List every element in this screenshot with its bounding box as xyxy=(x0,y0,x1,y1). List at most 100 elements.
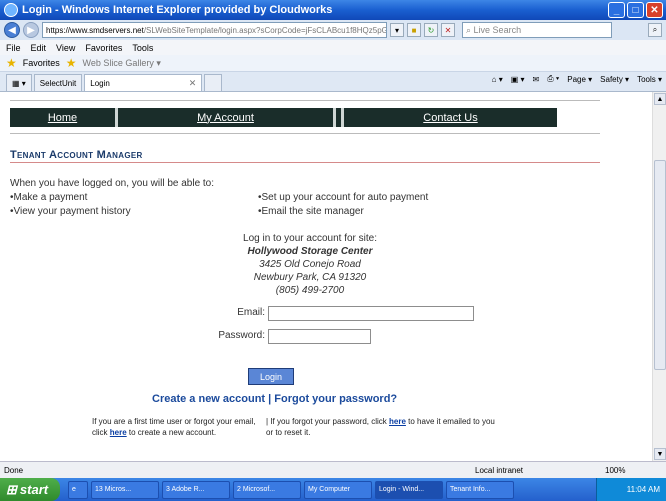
clock: 11:04 AM xyxy=(626,485,660,494)
title-underline xyxy=(10,162,600,163)
nav-home[interactable]: Home xyxy=(10,108,118,127)
page-menu[interactable]: Page ▾ xyxy=(567,75,592,84)
minimize-button[interactable]: _ xyxy=(608,2,625,18)
refresh-icon[interactable]: ↻ xyxy=(424,23,438,37)
safety-menu[interactable]: Safety ▾ xyxy=(600,75,629,84)
site-address-line2: Newbury Park, CA 91320 xyxy=(253,272,367,283)
task-button[interactable]: Login - Wind... xyxy=(375,480,443,499)
menu-file[interactable]: File xyxy=(6,43,21,53)
password-field[interactable] xyxy=(268,329,371,344)
task-button[interactable]: 2 Microsof... xyxy=(233,480,301,499)
add-favorite-icon[interactable]: ★ xyxy=(66,56,77,70)
command-bar: ⌂ ▾ ▣ ▾ ✉ ⎙ ▾ Page ▾ Safety ▾ Tools ▾ xyxy=(492,74,662,84)
divider xyxy=(10,100,600,101)
status-bar: Done Local intranet 100% xyxy=(0,461,666,478)
note-text: to have it emailed to you xyxy=(405,417,495,426)
window-title-bar: Login - Windows Internet Explorer provid… xyxy=(0,0,666,20)
feeds-icon[interactable]: ▣ ▾ xyxy=(511,75,525,84)
task-button[interactable]: Tenant Info... xyxy=(446,480,514,499)
favorites-button[interactable]: Favorites xyxy=(23,58,60,68)
page-title: Tenant Account Manager xyxy=(10,149,143,161)
menu-tools[interactable]: Tools xyxy=(132,43,153,53)
zoom-level[interactable]: 100% xyxy=(605,466,625,475)
tab-login[interactable]: Login ✕ xyxy=(84,74,203,91)
link-separator: | xyxy=(265,393,275,405)
menu-bar: File Edit View Favorites Tools xyxy=(0,40,666,55)
site-address-line1: 3425 Old Conejo Road xyxy=(259,259,361,270)
menu-edit[interactable]: Edit xyxy=(31,43,47,53)
scroll-thumb[interactable] xyxy=(654,160,666,370)
page-content: Home My Account Contact Us Tenant Accoun… xyxy=(0,92,652,461)
new-tab-button[interactable] xyxy=(204,74,223,91)
url-dropdown-icon[interactable]: ▾ xyxy=(390,23,404,37)
task-button[interactable]: My Computer xyxy=(304,480,372,499)
login-button[interactable]: Login xyxy=(248,368,294,385)
close-window-button[interactable]: ✕ xyxy=(646,2,663,18)
stop-icon[interactable]: ✕ xyxy=(441,23,455,37)
start-button[interactable]: ⊞ start xyxy=(0,478,60,501)
note-line: If you are a first time user or forgot y… xyxy=(92,417,256,426)
favorites-star-icon[interactable]: ★ xyxy=(6,56,17,70)
taskbar: ⊞ start e 13 Micros... 3 Adobe R... 2 Mi… xyxy=(0,478,666,501)
scroll-down-icon[interactable]: ▼ xyxy=(654,448,666,460)
email-field[interactable] xyxy=(268,306,474,321)
task-button[interactable]: 13 Micros... xyxy=(91,480,159,499)
quick-launch-ie-icon[interactable]: e xyxy=(68,480,88,499)
note-text: | If you forgot your password, click xyxy=(266,417,390,426)
maximize-button[interactable]: □ xyxy=(627,2,644,18)
search-icon: ⌕ xyxy=(466,24,474,35)
lock-icon[interactable]: ■ xyxy=(407,23,421,37)
menu-favorites[interactable]: Favorites xyxy=(85,43,122,53)
url-host: https://www.smdservers.net xyxy=(46,25,144,35)
login-prompt: Log in to your account for site: xyxy=(243,233,377,244)
home-icon[interactable]: ⌂ ▾ xyxy=(492,75,503,84)
menu-view[interactable]: View xyxy=(56,43,75,53)
feature-item: •View your payment history xyxy=(10,206,131,217)
note-line: or to reset it. xyxy=(266,428,311,437)
site-nav: Home My Account Contact Us xyxy=(10,108,557,127)
feature-item: •Set up your account for auto payment xyxy=(258,192,429,203)
divider xyxy=(10,133,600,134)
web-slice-gallery-link[interactable]: Web Slice Gallery ▾ xyxy=(83,58,161,69)
tools-menu[interactable]: Tools ▾ xyxy=(637,75,662,84)
create-account-here-link[interactable]: here xyxy=(110,428,127,437)
security-zone: Local intranet xyxy=(475,465,524,475)
status-text: Done xyxy=(4,465,24,475)
tab-label: Login xyxy=(90,78,110,88)
intro-text: When you have logged on, you will be abl… xyxy=(10,178,215,189)
search-go-icon[interactable]: ⌕ xyxy=(648,23,662,37)
window-controls: _ □ ✕ xyxy=(608,2,663,18)
create-account-link[interactable]: Create a new account xyxy=(152,393,265,405)
nav-contact-us[interactable]: Contact Us xyxy=(344,108,557,127)
note-text: to create a new account. xyxy=(126,428,217,437)
task-list: e 13 Micros... 3 Adobe R... 2 Microsof..… xyxy=(68,480,514,499)
tab-selectunit[interactable]: SelectUnit xyxy=(33,74,83,91)
nav-my-account[interactable]: My Account xyxy=(118,108,336,127)
vertical-scrollbar[interactable]: ▲ ▼ xyxy=(652,92,666,461)
search-input[interactable]: ⌕ Live Search xyxy=(462,22,612,38)
scroll-up-icon[interactable]: ▲ xyxy=(654,93,666,105)
feature-item: •Make a payment xyxy=(10,192,88,203)
reset-password-here-link[interactable]: here xyxy=(389,417,406,426)
back-button[interactable]: ◀ xyxy=(4,22,20,38)
close-tab-icon[interactable]: ✕ xyxy=(189,78,197,89)
quick-tabs-button[interactable]: ▦ ▾ xyxy=(6,74,32,91)
ie-logo-icon xyxy=(4,3,18,17)
password-label: Password: xyxy=(218,330,265,341)
search-placeholder: Live Search xyxy=(473,25,522,35)
favorites-bar: ★ Favorites ★ Web Slice Gallery ▾ xyxy=(0,55,666,72)
mail-icon[interactable]: ✉ xyxy=(533,75,540,84)
forgot-password-link[interactable]: Forgot your password? xyxy=(274,393,397,405)
site-name: Hollywood Storage Center xyxy=(247,246,373,257)
system-tray: 11:04 AM xyxy=(596,478,666,501)
email-label: Email: xyxy=(237,307,265,318)
forward-button[interactable]: ▶ xyxy=(23,22,39,38)
print-icon[interactable]: ⎙ ▾ xyxy=(547,74,559,84)
task-button[interactable]: 3 Adobe R... xyxy=(162,480,230,499)
site-info: Log in to your account for site: Hollywo… xyxy=(220,232,400,297)
start-label: start xyxy=(19,482,49,497)
windows-logo-icon: ⊞ xyxy=(6,481,17,497)
account-links: Create a new account | Forgot your passw… xyxy=(152,393,397,405)
url-field[interactable]: https://www.smdservers.net/SLWebSiteTemp… xyxy=(42,22,387,38)
new-user-note: If you are a first time user or forgot y… xyxy=(92,416,256,438)
